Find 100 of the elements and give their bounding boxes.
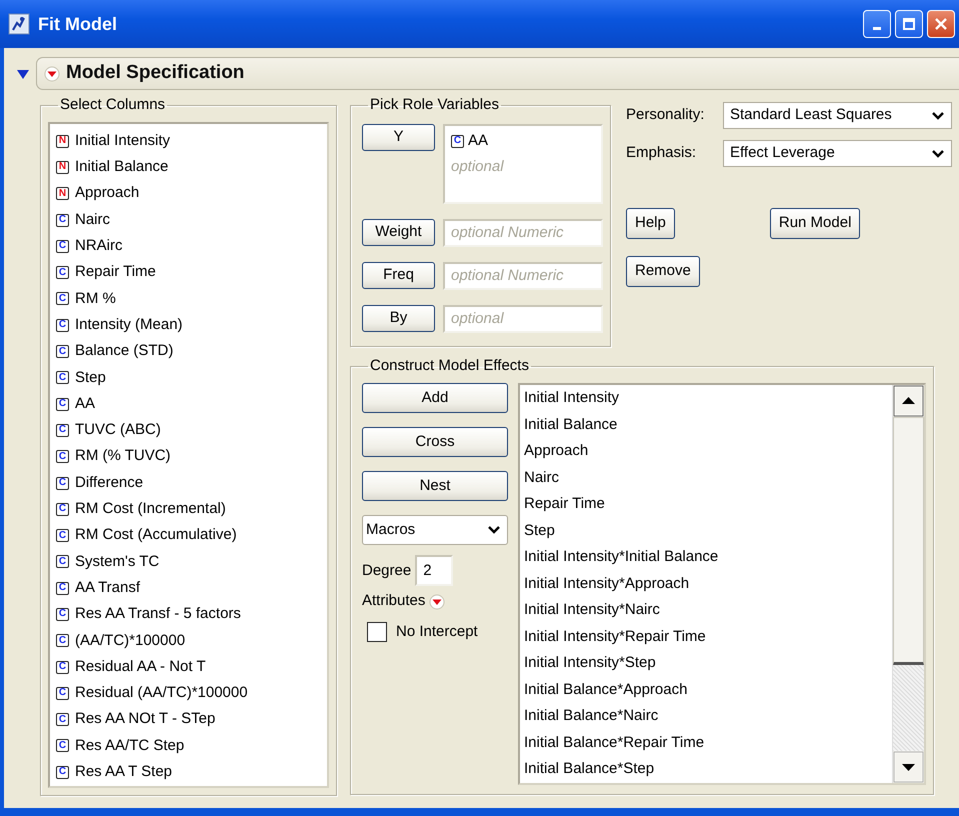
effect-button[interactable]: Cross — [362, 427, 508, 458]
column-name[interactable]: Step — [75, 366, 106, 390]
column-name[interactable]: Nairc — [75, 208, 110, 232]
role-button[interactable]: Y — [362, 124, 435, 151]
outline-title: Model Specification — [66, 61, 244, 86]
effect-item[interactable]: Repair Time — [520, 491, 892, 518]
column-name[interactable]: Intensity (Mean) — [75, 314, 183, 336]
effect-item[interactable]: Initial Balance*Repair Time — [520, 730, 892, 756]
column-name[interactable]: Res AA Transf - 5 factors — [75, 603, 241, 626]
effect-button[interactable]: Add — [362, 383, 508, 414]
column-name[interactable]: Balance (STD) — [75, 340, 174, 363]
role-item[interactable]: AA — [468, 130, 488, 152]
macros-select[interactable]: Macros — [362, 515, 508, 546]
modeling-type-mark: C — [56, 371, 69, 384]
modeling-type-mark: C — [451, 134, 464, 148]
modeling-type-mark: C — [56, 529, 69, 542]
dropdown-icon[interactable] — [429, 594, 446, 610]
column-name[interactable]: Res AA NOt T - STep — [75, 708, 216, 731]
column-name[interactable]: Residual (AA/TC)*100000 — [75, 682, 248, 705]
close-icon — [934, 17, 948, 31]
attributes-label[interactable]: Attributes — [362, 590, 426, 613]
scroll-up-icon[interactable] — [893, 385, 924, 418]
emphasis-select[interactable]: Effect Leverage — [723, 140, 952, 167]
column-name[interactable]: AA — [75, 392, 96, 416]
window-title: Fit Model — [38, 12, 117, 36]
degree-field[interactable]: 2 — [415, 555, 454, 586]
action-button[interactable]: Remove — [626, 256, 700, 287]
maximize-icon — [902, 17, 916, 31]
modeling-type-mark: C — [56, 739, 69, 752]
close-button[interactable] — [927, 10, 955, 38]
column-name[interactable]: TUVC (ABC) — [75, 419, 161, 442]
modeling-type-mark: N — [56, 187, 69, 200]
chevron-down-icon — [931, 110, 945, 120]
effect-item[interactable]: Initial Intensity*Repair Time — [520, 624, 892, 650]
modeling-type-mark: C — [56, 713, 69, 726]
field-label: Emphasis: — [626, 143, 698, 164]
effect-item[interactable]: Initial Balance — [520, 412, 892, 438]
personality-select[interactable]: Standard Least Squares — [723, 102, 952, 129]
checkbox-label[interactable]: No Intercept — [396, 620, 478, 644]
action-button[interactable]: Run Model — [770, 208, 860, 239]
collapse-triangle-icon[interactable] — [16, 68, 30, 80]
minimize-icon — [873, 26, 881, 30]
role-button[interactable]: By — [362, 305, 435, 332]
column-name[interactable]: RM (% TUVC) — [75, 445, 171, 468]
scroll-down-icon[interactable] — [893, 751, 924, 784]
group-title: Construct Model Effects — [369, 357, 530, 376]
column-name[interactable]: Residual AA - Not T — [75, 656, 206, 678]
modeling-type-mark: C — [56, 240, 69, 253]
role-button[interactable]: Weight — [362, 219, 435, 246]
effect-item[interactable]: Initial Intensity*Initial Balance — [520, 544, 892, 571]
column-name[interactable]: Res AA/TC Step — [75, 734, 184, 758]
column-name[interactable]: RM Cost (Incremental) — [75, 498, 226, 521]
column-name[interactable]: RM % — [75, 288, 116, 310]
column-name[interactable]: Res AA T Step — [75, 761, 172, 784]
column-name[interactable]: AA Transf — [75, 576, 140, 600]
dropdown-icon[interactable] — [44, 66, 60, 82]
checkbox[interactable] — [367, 622, 387, 642]
modeling-type-mark: C — [56, 582, 69, 595]
modeling-type-mark: C — [56, 424, 69, 437]
field-label: Degree — [362, 560, 412, 581]
modeling-type-mark: C — [56, 266, 69, 280]
effect-item[interactable]: Initial Intensity*Step — [520, 650, 892, 677]
column-name[interactable]: RM Cost (Accumulative) — [75, 524, 237, 547]
group-title: Pick Role Variables — [369, 96, 500, 114]
placeholder-text: optional — [451, 157, 504, 177]
chevron-down-icon — [487, 525, 501, 536]
modeling-type-mark: C — [56, 608, 69, 621]
modeling-type-mark: C — [56, 555, 69, 568]
column-name[interactable]: Initial Balance — [75, 156, 168, 179]
modeling-type-mark: C — [56, 214, 69, 227]
column-name[interactable]: NRAirc — [75, 235, 122, 258]
effect-item[interactable]: Approach — [520, 438, 892, 465]
role-button[interactable]: Freq — [362, 262, 435, 289]
modeling-type-mark: C — [56, 292, 69, 306]
effect-item[interactable]: Nairc — [520, 464, 892, 492]
column-name[interactable]: System's TC — [75, 550, 160, 574]
effect-item[interactable]: Initial Intensity*Nairc — [520, 597, 892, 624]
scroll-thumb[interactable] — [893, 417, 924, 666]
select-value: Effect Leverage — [730, 143, 835, 164]
effect-item[interactable]: Initial Balance*Nairc — [520, 703, 892, 730]
effect-item[interactable]: Initial Balance*Step — [520, 756, 892, 783]
maximize-button[interactable] — [895, 10, 923, 38]
column-name[interactable]: Repair Time — [75, 261, 156, 284]
effect-item[interactable]: Initial Intensity — [520, 385, 892, 412]
modeling-type-mark: C — [56, 686, 69, 700]
column-name[interactable]: Initial Intensity — [75, 130, 170, 152]
column-name[interactable]: (AA/TC)*100000 — [75, 630, 186, 652]
effect-item[interactable]: Initial Intensity*Approach — [520, 570, 892, 598]
modeling-type-mark: C — [56, 345, 69, 358]
column-name[interactable]: Approach — [75, 182, 140, 205]
select-value: Standard Least Squares — [730, 105, 892, 126]
effect-item[interactable]: Initial Balance*Approach — [520, 676, 892, 704]
placeholder-text: optional Numeric — [451, 222, 564, 243]
action-button[interactable]: Help — [626, 208, 675, 239]
minimize-button[interactable] — [863, 10, 891, 38]
effect-item[interactable]: Step — [520, 518, 892, 544]
column-name[interactable]: Difference — [75, 472, 144, 494]
effect-button[interactable]: Nest — [362, 471, 508, 502]
field-label: Personality: — [626, 105, 706, 126]
placeholder-text: optional — [451, 308, 504, 329]
